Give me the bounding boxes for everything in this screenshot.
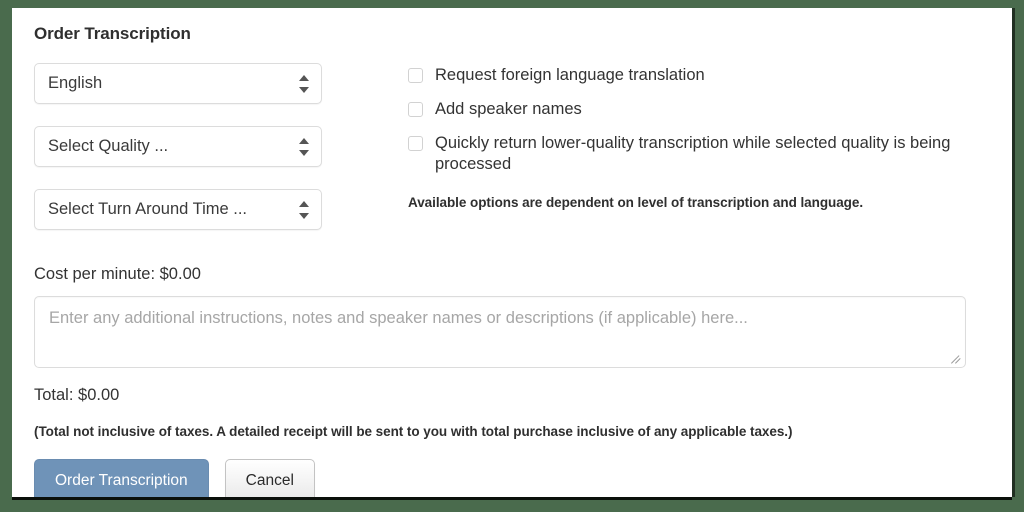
select-updown-icon: [299, 137, 310, 157]
tax-disclaimer: (Total not inclusive of taxes. A detaile…: [34, 424, 793, 439]
language-select[interactable]: English: [34, 63, 322, 104]
options-column: Request foreign language translation Add…: [344, 63, 990, 210]
checkbox-icon[interactable]: [408, 68, 423, 83]
quality-select-value: Select Quality ...: [48, 137, 169, 155]
additional-notes-placeholder: Enter any additional instructions, notes…: [49, 309, 748, 327]
total-amount: Total: $0.00: [34, 386, 120, 404]
language-select-value: English: [48, 74, 103, 92]
resize-handle-icon[interactable]: [950, 352, 962, 364]
additional-notes-textarea[interactable]: Enter any additional instructions, notes…: [34, 296, 966, 368]
checkbox-icon[interactable]: [408, 102, 423, 117]
turnaround-select[interactable]: Select Turn Around Time ...: [34, 189, 322, 230]
option-speaker-names[interactable]: Add speaker names: [408, 99, 990, 120]
select-updown-icon: [299, 74, 310, 94]
options-dependency-note: Available options are dependent on level…: [408, 195, 864, 210]
option-quick-return[interactable]: Quickly return lower-quality transcripti…: [408, 133, 990, 175]
option-translation[interactable]: Request foreign language translation: [408, 65, 990, 86]
action-buttons: Order Transcription Cancel: [34, 459, 990, 497]
option-quick-return-label: Quickly return lower-quality transcripti…: [435, 134, 951, 173]
page-title: Order Transcription: [34, 24, 191, 43]
turnaround-select-value: Select Turn Around Time ...: [48, 200, 248, 218]
select-column: English Select Quality ... Select Turn A…: [34, 63, 344, 252]
cancel-button[interactable]: Cancel: [224, 459, 315, 497]
option-translation-label: Request foreign language translation: [435, 66, 705, 84]
quality-select[interactable]: Select Quality ...: [34, 126, 322, 167]
panel-content: Order Transcription English Select Quali…: [12, 8, 1012, 497]
option-speaker-names-label: Add speaker names: [435, 100, 582, 118]
cost-per-minute: Cost per minute: $0.00: [34, 265, 201, 283]
order-transcription-button[interactable]: Order Transcription: [34, 459, 209, 497]
select-updown-icon: [299, 200, 310, 220]
checkbox-icon[interactable]: [408, 136, 423, 151]
form-top-row: English Select Quality ... Select Turn A…: [34, 63, 990, 252]
order-transcription-panel: Order Transcription English Select Quali…: [12, 8, 1012, 497]
